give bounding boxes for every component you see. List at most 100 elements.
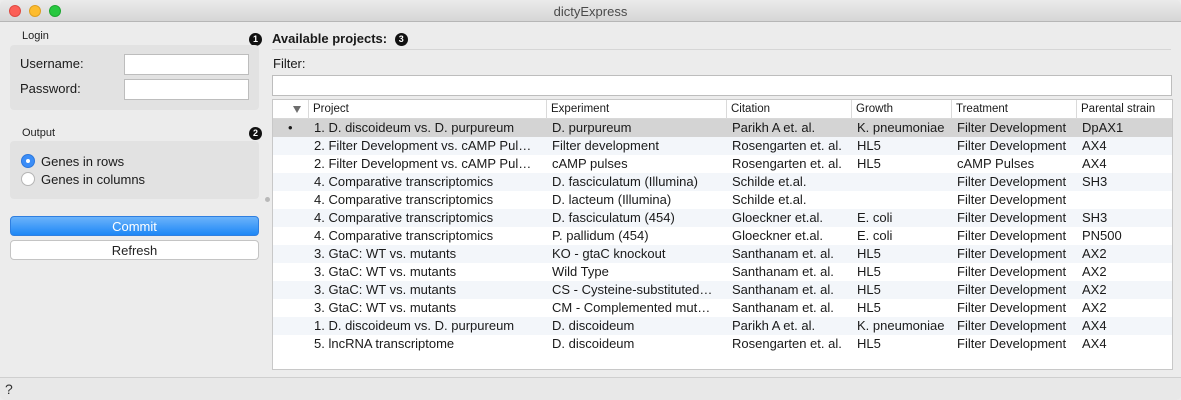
sort-column-header[interactable] <box>273 100 309 119</box>
table-row[interactable]: 4. Comparative transcriptomics D. fascicu… <box>273 173 1172 191</box>
window-title: dictyExpress <box>553 4 628 19</box>
cell-project: 3. GtaC: WT vs. mutants <box>314 264 457 279</box>
cell-project: 3. GtaC: WT vs. mutants <box>314 300 457 315</box>
cell-parental-strain: AX2 <box>1082 300 1107 315</box>
column-header-growth[interactable]: Growth <box>852 100 952 119</box>
cell-treatment: Filter Development <box>957 228 1067 243</box>
cell-experiment: Filter development <box>552 138 659 153</box>
table-row[interactable]: 3. GtaC: WT vs. mutants CM - Complemented… <box>273 299 1172 317</box>
commit-button[interactable]: Commit <box>10 216 259 236</box>
cell-treatment: Filter Development <box>957 246 1067 261</box>
cell-citation: Rosengarten et. al. <box>732 336 842 351</box>
cell-parental-strain: AX4 <box>1082 138 1107 153</box>
cell-experiment: D. discoideum <box>552 336 635 351</box>
table-row[interactable]: 4. Comparative transcriptomics D. lacteum… <box>273 191 1172 209</box>
username-label: Username: <box>20 56 84 71</box>
selected-row-marker: • <box>288 120 293 135</box>
genes-in-rows-option[interactable]: Genes in rows <box>21 152 124 170</box>
cell-citation: Rosengarten et. al. <box>732 156 842 171</box>
column-header-project[interactable]: Project <box>309 100 547 119</box>
cell-growth: HL5 <box>857 246 881 261</box>
output-group-label: Output <box>22 127 56 139</box>
title-bar: dictyExpress <box>0 0 1181 22</box>
cell-treatment: Filter Development <box>957 264 1067 279</box>
splitter-handle[interactable] <box>265 197 270 202</box>
cell-treatment: Filter Development <box>957 138 1067 153</box>
cell-growth: HL5 <box>857 336 881 351</box>
cell-parental-strain: AX4 <box>1082 156 1107 171</box>
table-row[interactable]: 3. GtaC: WT vs. mutants CS - Cysteine-sub… <box>273 281 1172 299</box>
section-divider <box>272 49 1171 50</box>
cell-citation: Rosengarten et. al. <box>732 138 842 153</box>
cell-treatment: Filter Development <box>957 174 1067 189</box>
cell-growth <box>852 191 952 209</box>
filter-input[interactable] <box>272 75 1172 96</box>
app-window: dictyExpress Login 1 Username: Password:… <box>0 0 1181 400</box>
sort-descending-icon <box>293 106 301 113</box>
table-row[interactable]: 3. GtaC: WT vs. mutants KO - gtaC knockou… <box>273 245 1172 263</box>
cell-treatment: Filter Development <box>957 192 1067 207</box>
help-icon[interactable]: ? <box>5 381 13 397</box>
cell-project: 4. Comparative transcriptomics <box>314 174 494 189</box>
refresh-button[interactable]: Refresh <box>10 240 259 260</box>
cell-parental-strain <box>1077 191 1172 209</box>
column-header-citation[interactable]: Citation <box>727 100 852 119</box>
cell-citation: Santhanam et. al. <box>732 264 834 279</box>
cell-treatment: Filter Development <box>957 300 1067 315</box>
cell-treatment: Filter Development <box>957 282 1067 297</box>
column-header-treatment[interactable]: Treatment <box>952 100 1077 119</box>
genes-in-rows-label: Genes in rows <box>41 153 125 169</box>
genes-in-columns-radio[interactable] <box>21 172 35 186</box>
cell-experiment: CS - Cysteine-substituted… <box>552 282 713 297</box>
cell-treatment: Filter Development <box>957 336 1067 351</box>
projects-step-badge: 3 <box>394 33 408 46</box>
cell-growth: K. pneumoniae <box>857 120 945 135</box>
cell-growth: E. coli <box>857 228 893 243</box>
cell-growth: HL5 <box>857 264 881 279</box>
cell-growth: HL5 <box>857 138 881 153</box>
cell-parental-strain: SH3 <box>1082 210 1108 225</box>
genes-in-columns-option[interactable]: Genes in columns <box>21 170 145 188</box>
cell-citation: Gloeckner et.al. <box>732 228 824 243</box>
table-row[interactable]: 4. Comparative transcriptomics P. pallidu… <box>273 227 1172 245</box>
table-row[interactable]: 2. Filter Development vs. cAMP Pul… cAMP … <box>273 155 1172 173</box>
cell-parental-strain: SH3 <box>1082 174 1108 189</box>
cell-citation: Santhanam et. al. <box>732 300 834 315</box>
cell-project: 5. lncRNA transcriptome <box>314 336 455 351</box>
cell-experiment: D. fasciculatum (454) <box>552 210 675 225</box>
cell-treatment: Filter Development <box>957 210 1067 225</box>
status-bar: ? <box>0 377 1181 400</box>
table-row[interactable]: 3. GtaC: WT vs. mutants Wild Type Santhana… <box>273 263 1172 281</box>
table-row[interactable]: 4. Comparative transcriptomics D. fascicu… <box>273 209 1172 227</box>
cell-parental-strain: AX4 <box>1082 336 1107 351</box>
available-projects-title: Available projects: 3 <box>272 31 408 47</box>
cell-growth: HL5 <box>857 156 881 171</box>
table-row[interactable]: • 1. D. discoideum vs. D. purpureum D. pur… <box>273 119 1172 137</box>
cell-parental-strain: AX2 <box>1082 282 1107 297</box>
table-body: • 1. D. discoideum vs. D. purpureum D. pur… <box>273 119 1172 353</box>
output-step-badge: 2 <box>249 127 262 140</box>
cell-citation: Santhanam et. al. <box>732 282 834 297</box>
cell-treatment: Filter Development <box>957 120 1067 135</box>
cell-parental-strain: AX4 <box>1082 318 1107 333</box>
cell-treatment: cAMP Pulses <box>957 156 1035 171</box>
genes-in-rows-radio[interactable] <box>21 154 35 168</box>
cell-citation: Schilde et.al. <box>732 174 807 189</box>
password-input[interactable] <box>124 79 249 100</box>
cell-parental-strain: DpAX1 <box>1082 120 1124 135</box>
cell-experiment: cAMP pulses <box>552 156 628 171</box>
cell-citation: Gloeckner et.al. <box>732 210 824 225</box>
column-header-parental-strain[interactable]: Parental strain <box>1077 100 1172 119</box>
cell-parental-strain: AX2 <box>1082 264 1107 279</box>
password-label: Password: <box>20 81 81 96</box>
table-row[interactable]: 5. lncRNA transcriptome D. discoideum Rose… <box>273 335 1172 353</box>
cell-citation: Parikh A et. al. <box>732 120 816 135</box>
cell-experiment: CM - Complemented mut… <box>552 300 711 315</box>
username-input[interactable] <box>124 54 249 75</box>
cell-growth <box>852 173 952 191</box>
login-group: Username: Password: <box>10 45 259 110</box>
column-header-experiment[interactable]: Experiment <box>547 100 727 119</box>
table-row[interactable]: 2. Filter Development vs. cAMP Pul… Filte… <box>273 137 1172 155</box>
cell-experiment: D. fasciculatum (Illumina) <box>552 174 698 189</box>
table-row[interactable]: 1. D. discoideum vs. D. purpureum D. disc… <box>273 317 1172 335</box>
